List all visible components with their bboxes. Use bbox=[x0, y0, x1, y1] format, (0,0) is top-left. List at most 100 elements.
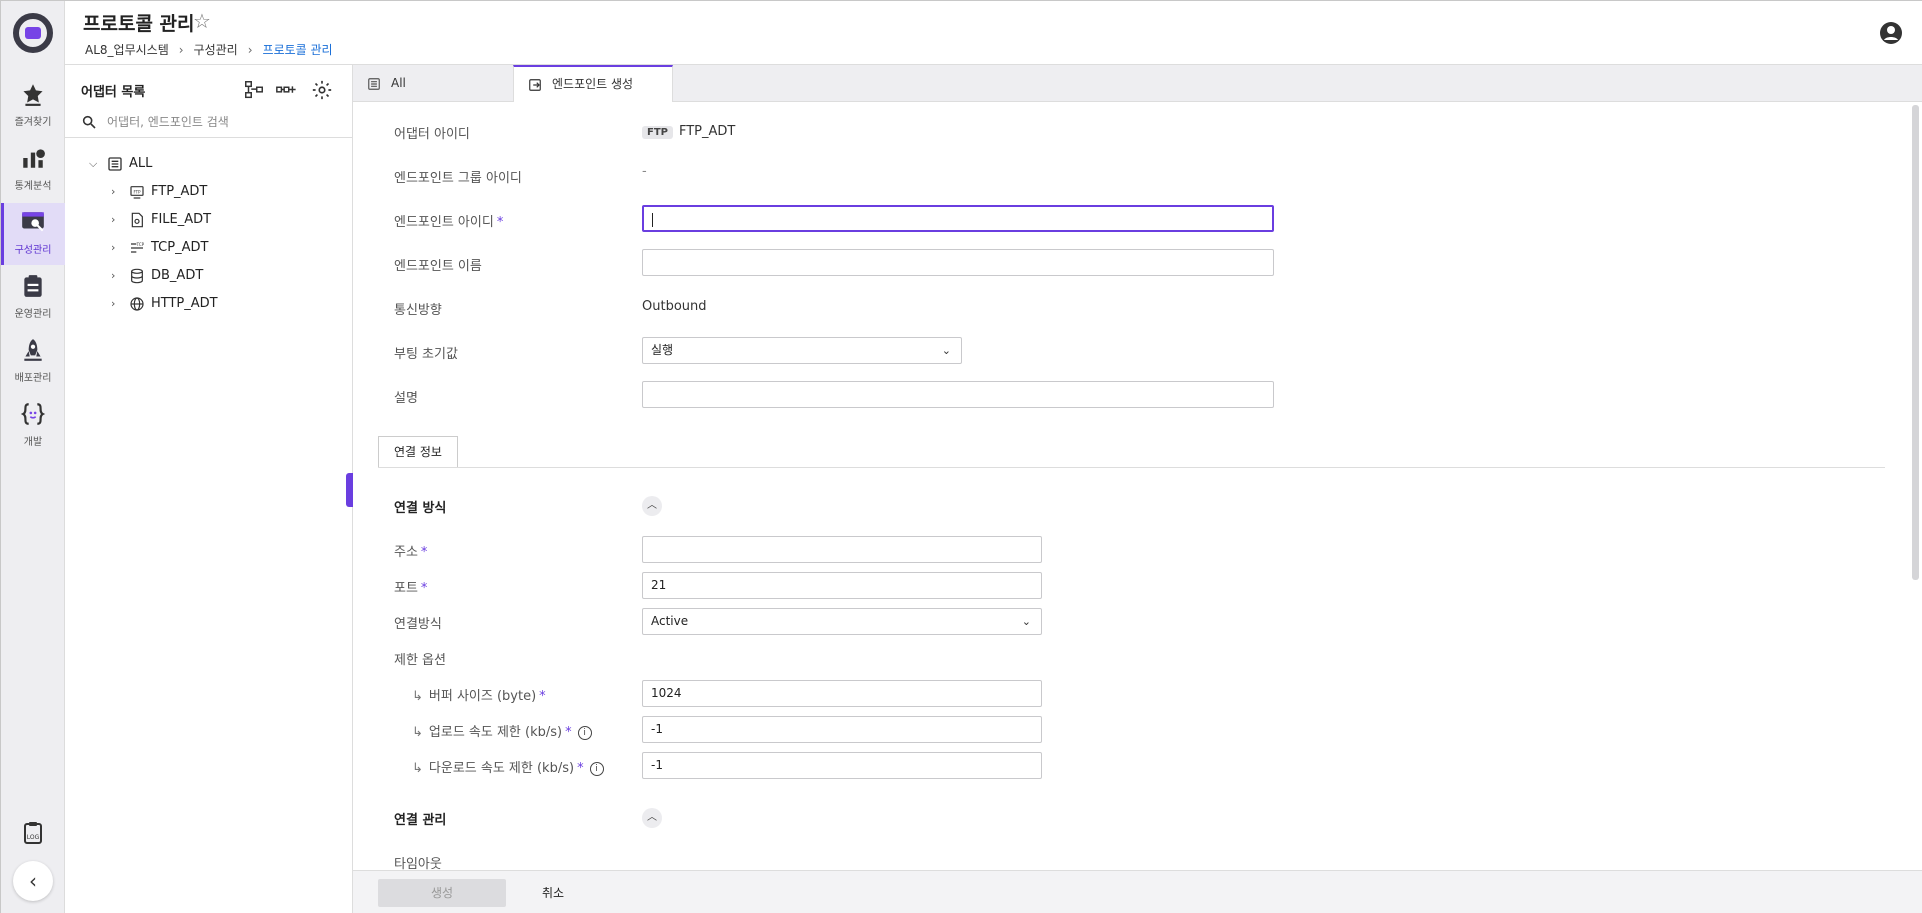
tree-label: FILE_ADT bbox=[151, 212, 212, 227]
nav-label: 개발 bbox=[23, 437, 43, 448]
nav-label: 배포관리 bbox=[14, 373, 52, 384]
tab-bar: All 엔드포인트 생성 bbox=[353, 65, 1922, 103]
endpoint-group-label: 엔드포인트 그룹 아이디 bbox=[394, 171, 522, 186]
tree-structure-icon[interactable] bbox=[243, 79, 265, 101]
breadcrumb-item[interactable]: 구성관리 bbox=[194, 41, 238, 58]
connection-mode-label: 연결방식 bbox=[394, 617, 442, 632]
chevron-right-icon: › bbox=[111, 297, 116, 310]
search-icon bbox=[82, 115, 96, 129]
nav-label: 운영관리 bbox=[14, 309, 52, 320]
endpoint-id-label: 엔드포인트 아이디 * bbox=[394, 215, 504, 230]
tab-label: 엔드포인트 생성 bbox=[552, 77, 634, 91]
required-mark: * bbox=[577, 761, 584, 776]
log-icon[interactable]: LOG bbox=[21, 821, 45, 845]
required-mark: * bbox=[496, 215, 504, 230]
content-scrollbar[interactable] bbox=[1912, 105, 1919, 580]
tree-item-file[interactable]: › FILE_ADT bbox=[111, 208, 211, 232]
connection-mode-value: Active bbox=[651, 614, 689, 628]
ftp-icon: FTP bbox=[130, 185, 144, 199]
nav-item-deploy[interactable]: 배포관리 bbox=[1, 331, 65, 393]
chevron-down-icon: ⌄ bbox=[1021, 615, 1031, 628]
tree-item-db[interactable]: › DB_ADT bbox=[111, 264, 203, 288]
tab-connection-info[interactable]: 연결 정보 bbox=[378, 436, 458, 468]
chevron-right-icon: › bbox=[111, 185, 116, 198]
tree-label: ALL bbox=[129, 156, 153, 171]
adapter-type-badge: FTP bbox=[642, 126, 673, 139]
address-input[interactable] bbox=[642, 536, 1042, 563]
tree-item-tcp[interactable]: › TCP TCP_ADT bbox=[111, 236, 208, 260]
tree-item-http[interactable]: › HTTP_ADT bbox=[111, 292, 218, 316]
config-icon bbox=[22, 212, 44, 232]
create-button[interactable]: 생성 bbox=[378, 879, 506, 907]
download-limit-input[interactable]: -1 bbox=[642, 752, 1042, 779]
collapse-toggle-chevron-up-icon[interactable]: ︿ bbox=[642, 808, 662, 828]
port-input[interactable]: 21 bbox=[642, 572, 1042, 599]
nav-item-config[interactable]: 구성관리 bbox=[1, 203, 65, 265]
endpoint-icon bbox=[529, 78, 541, 91]
database-icon bbox=[131, 268, 143, 283]
breadcrumb-item[interactable]: AL8_업무시스템 bbox=[85, 41, 169, 58]
breadcrumb-current[interactable]: 프로토콜 관리 bbox=[263, 41, 333, 58]
buffer-size-label: ↳ 버퍼 사이즈 (byte) * bbox=[412, 689, 546, 704]
endpoint-form: 어댑터 아이디 FTP FTP_ADT 엔드포인트 그룹 아이디 - 엔드포인트 … bbox=[353, 102, 1922, 870]
nav-item-operations[interactable]: 운영관리 bbox=[1, 267, 65, 329]
adapter-panel: 어댑터 목록 ⌵ ALL › FTP FTP_ADT › FILE_ADT › TCP TC… bbox=[65, 65, 353, 913]
required-mark: * bbox=[539, 689, 546, 704]
tree-item-all[interactable]: ⌵ ALL bbox=[89, 152, 152, 176]
globe-icon bbox=[130, 296, 144, 311]
boot-select[interactable]: 실행 ⌄ bbox=[642, 337, 962, 364]
endpoint-group-value: - bbox=[642, 164, 647, 179]
chevron-right-icon: › bbox=[111, 241, 116, 254]
nav-label: 즐겨찾기 bbox=[14, 117, 52, 128]
direction-value: Outbound bbox=[642, 299, 707, 314]
info-icon[interactable]: i bbox=[577, 725, 592, 740]
description-input[interactable] bbox=[642, 381, 1274, 408]
user-account-icon[interactable] bbox=[1879, 21, 1903, 45]
boot-select-value: 실행 bbox=[651, 343, 674, 357]
svg-text:LOG: LOG bbox=[27, 834, 40, 841]
collapse-toggle-chevron-up-icon[interactable]: ︿ bbox=[642, 496, 662, 516]
info-icon[interactable]: i bbox=[589, 761, 604, 776]
nav-item-favorites[interactable]: 즐겨찾기 bbox=[1, 75, 65, 137]
page-header: 프로토콜 관리 ☆ AL8_업무시스템 › 구성관리 › 프로토콜 관리 bbox=[65, 1, 1922, 65]
cancel-button[interactable]: 취소 bbox=[523, 879, 583, 907]
endpoint-name-input[interactable] bbox=[642, 249, 1274, 276]
settings-gear-icon[interactable] bbox=[311, 79, 333, 101]
svg-text:TCP: TCP bbox=[136, 242, 145, 247]
endpoint-id-input[interactable] bbox=[642, 205, 1274, 232]
divider bbox=[65, 137, 353, 138]
nav-item-statistics[interactable]: 통계분석 bbox=[1, 139, 65, 201]
nav-label: 구성관리 bbox=[14, 245, 52, 256]
code-braces-icon bbox=[20, 403, 46, 425]
collapse-nav-button[interactable]: ‹ bbox=[13, 861, 53, 901]
section-connection-manage-title: 연결 관리 bbox=[394, 813, 447, 828]
tab-endpoint-create[interactable]: 엔드포인트 생성 bbox=[513, 65, 673, 103]
main-nav: 즐겨찾기 통계분석 구성관리 운영관리 배포관리 개발 LOG ‹ bbox=[1, 1, 65, 913]
connection-mode-select[interactable]: Active ⌄ bbox=[642, 608, 1042, 635]
limit-options-label: 제한 옵션 bbox=[394, 653, 446, 668]
adapter-id-value: FTP FTP_ADT bbox=[642, 124, 735, 139]
nav-item-dev[interactable]: 개발 bbox=[1, 395, 65, 457]
tree-label: DB_ADT bbox=[151, 268, 204, 283]
search-input[interactable] bbox=[107, 111, 337, 133]
app-logo bbox=[13, 13, 53, 53]
tab-all[interactable]: All bbox=[353, 65, 513, 102]
chevron-right-icon: › bbox=[111, 213, 116, 226]
tree-item-ftp[interactable]: › FTP FTP_ADT bbox=[111, 180, 207, 204]
page-title: 프로토콜 관리 bbox=[83, 13, 195, 35]
adapter-id-text: FTP_ADT bbox=[678, 124, 736, 139]
upload-limit-label: ↳ 업로드 속도 제한 (kb/s) * i bbox=[412, 721, 592, 740]
panel-resize-handle[interactable] bbox=[346, 473, 353, 507]
file-icon bbox=[131, 212, 143, 227]
star-icon bbox=[23, 84, 43, 106]
chevron-right-icon: › bbox=[247, 43, 253, 57]
favorite-star-icon[interactable]: ☆ bbox=[193, 9, 211, 33]
buffer-size-input[interactable]: 1024 bbox=[642, 680, 1042, 707]
add-endpoint-icon[interactable] bbox=[275, 79, 297, 101]
tree-label: FTP_ADT bbox=[151, 184, 208, 199]
address-label: 주소 * bbox=[394, 545, 428, 560]
upload-limit-input[interactable]: -1 bbox=[642, 716, 1042, 743]
list-icon bbox=[108, 156, 122, 171]
boot-label: 부팅 초기값 bbox=[394, 347, 458, 362]
chevron-right-icon: › bbox=[111, 269, 116, 282]
